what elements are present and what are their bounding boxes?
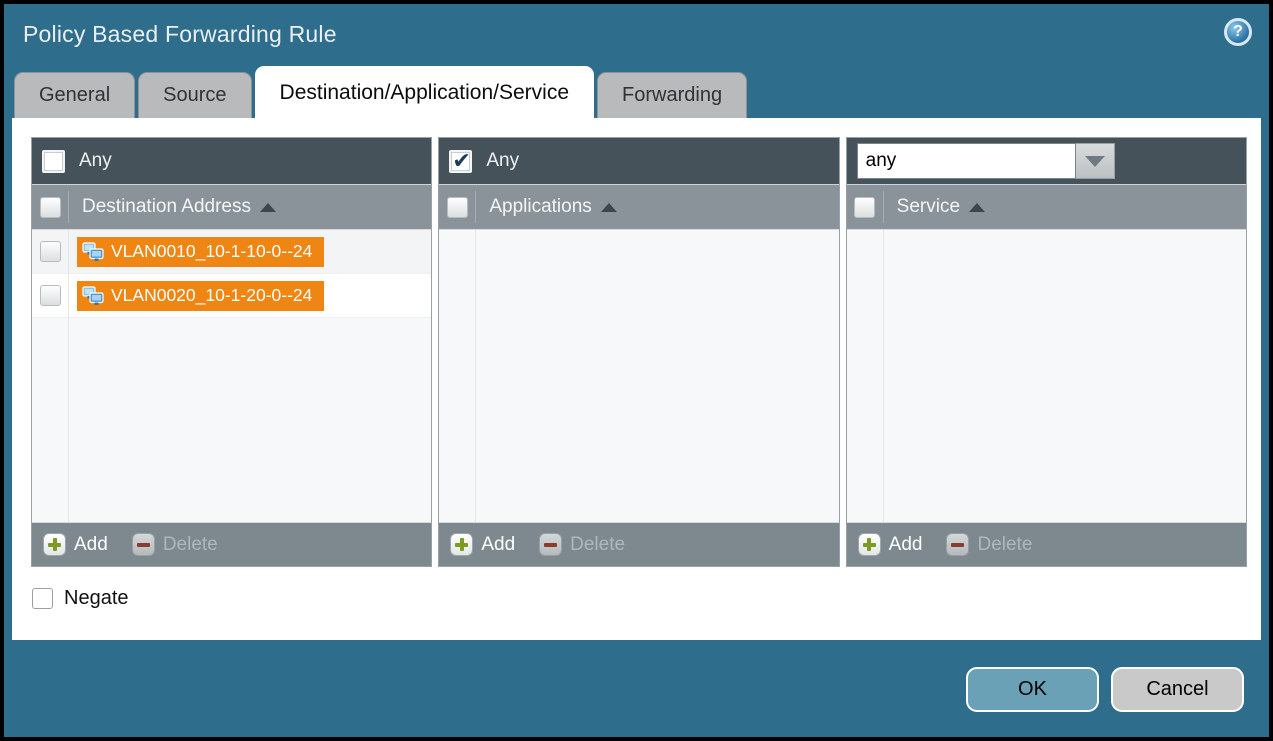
columns-container: Any Destination Address (31, 137, 1247, 567)
service-dropdown: any (857, 143, 1115, 179)
title-bar: Policy Based Forwarding Rule ? (4, 4, 1269, 66)
service-dropdown-value[interactable]: any (857, 143, 1076, 179)
table-row: VLAN0010_10-1-10-0--24 (32, 230, 431, 274)
tab-bar: General Source Destination/Application/S… (4, 66, 1269, 118)
service-dropdown-bar: any (847, 138, 1246, 184)
service-panel: any Service (846, 137, 1247, 567)
applications-any-label: Any (486, 150, 519, 172)
applications-toolbar: Add Delete (439, 522, 838, 566)
destination-address-toolbar: Add Delete (32, 522, 431, 566)
service-dropdown-button[interactable] (1076, 143, 1115, 179)
tab-content: Any Destination Address (12, 118, 1261, 640)
add-icon (450, 533, 473, 556)
delete-application-button[interactable]: Delete (539, 533, 625, 556)
table-row: VLAN0020_10-1-20-0--24 (32, 274, 431, 318)
delete-address-button[interactable]: Delete (132, 533, 218, 556)
list-divider (68, 230, 69, 522)
chevron-down-icon (1085, 156, 1105, 167)
list-divider (475, 230, 476, 522)
destination-any-checkbox[interactable] (42, 150, 65, 173)
service-select-all-checkbox[interactable] (854, 197, 875, 218)
applications-any-bar: Any (439, 138, 838, 184)
row-checkbox[interactable] (40, 285, 61, 306)
address-item-label: VLAN0020_10-1-20-0--24 (111, 285, 312, 306)
ok-button[interactable]: OK (966, 667, 1099, 712)
destination-address-header: Destination Address (32, 184, 431, 230)
delete-service-button[interactable]: Delete (946, 533, 1032, 556)
delete-icon (946, 533, 969, 556)
delete-icon (132, 533, 155, 556)
applications-list (439, 230, 838, 522)
destination-select-all-checkbox[interactable] (40, 197, 61, 218)
add-icon (858, 533, 881, 556)
destination-any-bar: Any (32, 138, 431, 184)
header-divider (475, 191, 476, 223)
address-item-vlan0010[interactable]: VLAN0010_10-1-10-0--24 (77, 237, 324, 267)
address-item-label: VLAN0010_10-1-10-0--24 (111, 241, 312, 262)
tab-general[interactable]: General (14, 72, 135, 118)
sort-ascending-icon (601, 203, 617, 212)
service-list (847, 230, 1246, 522)
tab-source[interactable]: Source (138, 72, 251, 118)
sort-ascending-icon (969, 203, 985, 212)
add-service-button[interactable]: Add (858, 533, 923, 556)
dialog-footer: OK Cancel (4, 640, 1269, 737)
help-icon[interactable]: ? (1224, 18, 1252, 46)
add-application-button[interactable]: Add (450, 533, 515, 556)
cancel-button[interactable]: Cancel (1111, 667, 1244, 712)
dialog-title: Policy Based Forwarding Rule (23, 21, 337, 48)
destination-address-column-header[interactable]: Destination Address (82, 196, 276, 218)
service-toolbar: Add Delete (847, 522, 1246, 566)
destination-address-list: VLAN0010_10-1-10-0--24 (32, 230, 431, 522)
delete-icon (539, 533, 562, 556)
row-checkbox[interactable] (40, 241, 61, 262)
add-icon (43, 533, 66, 556)
applications-header: Applications (439, 184, 838, 230)
service-header: Service (847, 184, 1246, 230)
service-column-header[interactable]: Service (897, 196, 985, 218)
destination-address-panel: Any Destination Address (31, 137, 432, 567)
negate-label: Negate (64, 587, 129, 610)
sort-ascending-icon (260, 203, 276, 212)
address-item-vlan0020[interactable]: VLAN0020_10-1-20-0--24 (77, 281, 324, 311)
tab-destination-application-service[interactable]: Destination/Application/Service (255, 66, 595, 118)
list-divider (883, 230, 884, 522)
applications-any-checkbox[interactable] (449, 150, 472, 173)
negate-checkbox[interactable] (32, 588, 53, 609)
applications-column-header[interactable]: Applications (489, 196, 616, 218)
policy-based-forwarding-dialog: Policy Based Forwarding Rule ? General S… (4, 4, 1269, 737)
applications-panel: Any Applications (438, 137, 839, 567)
header-divider (68, 191, 69, 223)
applications-select-all-checkbox[interactable] (447, 197, 468, 218)
add-address-button[interactable]: Add (43, 533, 108, 556)
network-address-icon (82, 242, 104, 262)
negate-row: Negate (32, 587, 1247, 610)
network-address-icon (82, 286, 104, 306)
destination-any-label: Any (79, 150, 112, 172)
header-divider (883, 191, 884, 223)
tab-forwarding[interactable]: Forwarding (597, 72, 747, 118)
